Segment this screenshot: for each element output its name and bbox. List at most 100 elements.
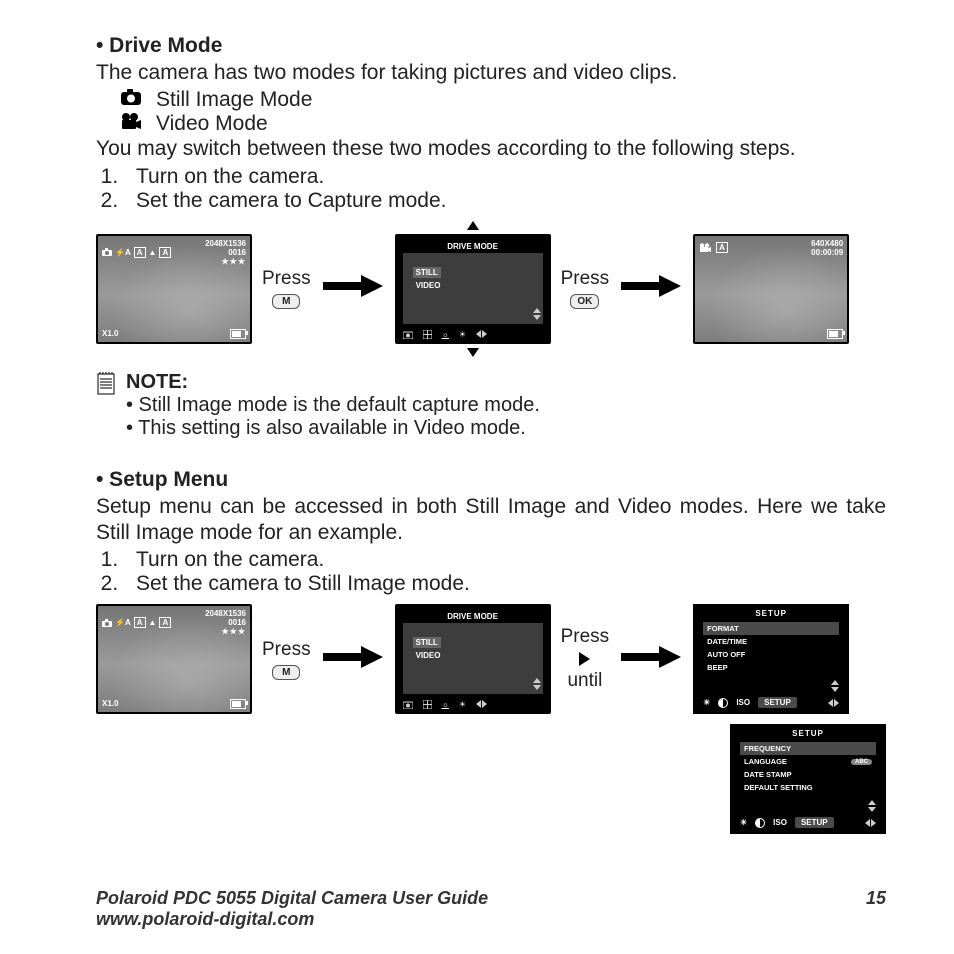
right-arrow-icon[interactable] <box>579 652 590 666</box>
lcd2-stars: ★★★ <box>205 627 246 636</box>
setup1-datetime[interactable]: DATE/TIME <box>703 635 839 648</box>
menu-title: DRIVE MODE <box>403 240 543 253</box>
drive-intro: The camera has two modes for taking pict… <box>96 60 886 86</box>
arrow-right-1 <box>321 272 385 305</box>
setup-tab-chip: SETUP <box>758 697 797 708</box>
battery-icon-3 <box>230 699 246 709</box>
note-title: NOTE: <box>126 371 540 394</box>
setup1-autooff[interactable]: AUTO OFF <box>703 648 839 661</box>
setup1-format[interactable]: FORMAT <box>703 622 839 635</box>
setup2-frequency[interactable]: FREQUENCY <box>740 742 876 755</box>
drive-switch-text: You may switch between these two modes a… <box>96 136 886 162</box>
drive-steps: Turn on the camera. Set the camera to Ca… <box>96 165 886 213</box>
lcd-zoom: X1.0 <box>102 329 118 339</box>
menu2-title: DRIVE MODE <box>403 610 543 623</box>
menu2-still[interactable]: STILL <box>413 637 441 648</box>
arrow-right-2 <box>619 272 683 305</box>
notepad-icon <box>96 371 116 400</box>
abc-chip: ABC <box>851 759 872 765</box>
iso-tab: ISO <box>736 698 750 707</box>
setup-tab-chip-2: SETUP <box>795 817 834 828</box>
still-mode-label: Still Image Mode <box>156 88 312 112</box>
menu-still[interactable]: STILL <box>413 267 441 278</box>
press-label-2: Press <box>561 268 610 290</box>
note-bullet-1: • Still Image mode is the default captur… <box>126 394 540 417</box>
lcd2-zoom: X1.0 <box>102 699 118 709</box>
iso-tab-2: ISO <box>773 818 787 827</box>
lcd2-res: 2048X1536 <box>205 609 246 618</box>
lcd2-flash: ⚡A <box>115 618 131 627</box>
peak-icon: ▲ <box>149 248 157 257</box>
battery-icon <box>230 329 246 339</box>
lcd2-a2: A <box>159 617 171 628</box>
lcd-count: 0016 <box>205 248 246 257</box>
press-label-1: Press <box>262 268 311 290</box>
setup2-language[interactable]: LANGUAGE ABC <box>740 755 876 768</box>
tab-bright-icon: ☀ <box>459 330 466 339</box>
lcd-video-preview: A 640X480 00:00:09 <box>693 234 849 344</box>
drive-step-2: Set the camera to Capture mode. <box>124 189 886 213</box>
page-number: 15 <box>866 888 886 909</box>
setup-step-2: Set the camera to Still Image mode. <box>124 572 886 596</box>
setup-step-1: Turn on the camera. <box>124 548 886 572</box>
m-button-2[interactable]: M <box>272 665 300 680</box>
up-arrow-icon <box>467 221 479 230</box>
down-arrow-icon <box>467 348 479 357</box>
drive-diagram: ⚡A A ▲ A 2048X1536 0016 ★★★ X1.0 Press M <box>96 221 886 357</box>
lcd-still-preview: ⚡A A ▲ A 2048X1536 0016 ★★★ X1.0 <box>96 234 252 344</box>
menu-video[interactable]: VIDEO <box>413 280 533 291</box>
footer-url: www.polaroid-digital.com <box>96 909 314 930</box>
note-block: NOTE: • Still Image mode is the default … <box>96 371 886 440</box>
contrast-tab-icon-2 <box>755 818 765 828</box>
setup1-title: SETUP <box>695 606 847 622</box>
arrow-right-4 <box>619 643 683 676</box>
lcd-video-time: 00:00:09 <box>811 248 843 257</box>
setup-screen-1: SETUP FORMAT DATE/TIME AUTO OFF BEEP ☀ I… <box>693 604 849 714</box>
note-bullet-2: • This setting is also available in Vide… <box>126 417 540 440</box>
until-label: until <box>567 670 602 692</box>
setup-diagram: ⚡A A ▲ A 2048X1536 0016 ★★★ X1.0 Press M <box>96 604 886 714</box>
setup2-language-label: LANGUAGE <box>744 757 787 766</box>
tab-exposure-icon: ☼ <box>442 330 449 339</box>
setup1-beep[interactable]: BEEP <box>703 661 839 674</box>
drive-step-1: Turn on the camera. <box>124 165 886 189</box>
setup2-datestamp[interactable]: DATE STAMP <box>740 768 876 781</box>
video-mini-icon <box>699 243 711 252</box>
tab-camera-icon <box>403 330 413 339</box>
camera-mini-icon <box>102 248 112 256</box>
arrow-right-3 <box>321 643 385 676</box>
page-footer: Polaroid PDC 5055 Digital Camera User Gu… <box>0 888 954 930</box>
battery-icon-2 <box>827 329 843 339</box>
setup-intro: Setup menu can be accessed in both Still… <box>96 494 886 547</box>
footer-title: Polaroid PDC 5055 Digital Camera User Gu… <box>96 888 488 909</box>
lcd-stars: ★★★ <box>205 257 246 266</box>
lcd-video-a: A <box>716 242 728 253</box>
drive-mode-heading: • Drive Mode <box>96 34 886 58</box>
setup-steps: Turn on the camera. Set the camera to St… <box>96 548 886 596</box>
lcd2-a1: A <box>134 617 146 628</box>
ok-button[interactable]: OK <box>570 294 599 309</box>
tab-grid-icon <box>423 330 432 339</box>
camera-icon <box>120 88 142 112</box>
lcd-flash: ⚡A <box>115 248 131 257</box>
contrast-tab-icon <box>718 698 728 708</box>
m-button[interactable]: M <box>272 294 300 309</box>
setup2-title: SETUP <box>732 726 884 742</box>
video-mode-row: Video Mode <box>120 112 886 136</box>
setup-heading: • Setup Menu <box>96 468 886 492</box>
still-mode-row: Still Image Mode <box>120 88 886 112</box>
menu2-video[interactable]: VIDEO <box>413 650 533 661</box>
peak-icon-2: ▲ <box>149 618 157 627</box>
bright-tab-icon: ☀ <box>703 698 710 707</box>
press-label-4: Press <box>561 626 610 648</box>
drive-mode-menu-screen-2: DRIVE MODE STILL VIDEO ☼ ☀ <box>395 604 551 714</box>
video-mode-label: Video Mode <box>156 112 268 136</box>
setup-screen-2: SETUP FREQUENCY LANGUAGE ABC DATE STAMP … <box>730 724 886 834</box>
lcd-a1: A <box>134 247 146 258</box>
lcd-a2: A <box>159 247 171 258</box>
lcd-video-res: 640X480 <box>811 239 843 248</box>
bright-tab-icon-2: ☀ <box>740 818 747 827</box>
lcd-res: 2048X1536 <box>205 239 246 248</box>
setup2-default[interactable]: DEFAULT SETTING <box>740 781 876 794</box>
lcd2-count: 0016 <box>205 618 246 627</box>
